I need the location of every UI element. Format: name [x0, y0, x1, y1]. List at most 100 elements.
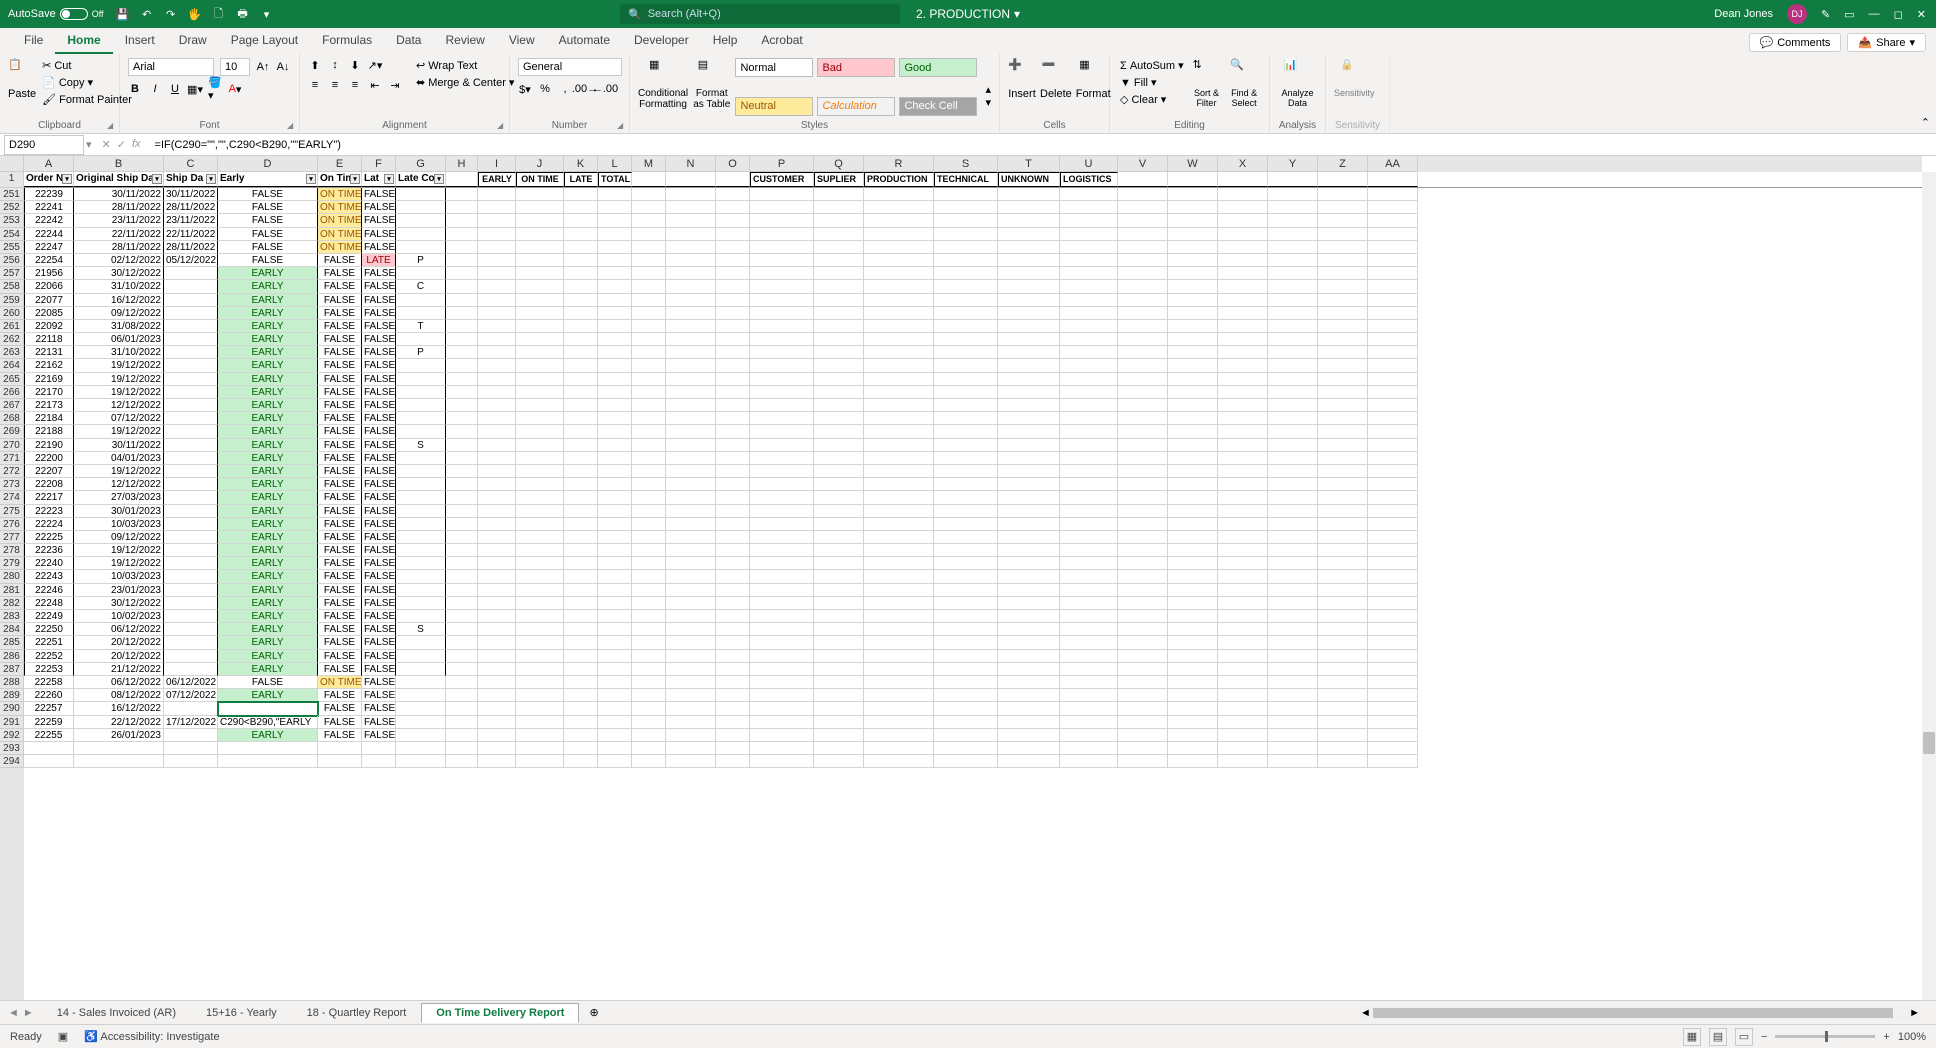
document-title[interactable]: 2. PRODUCTION▾	[916, 7, 1020, 21]
cell[interactable]	[750, 465, 814, 478]
cell[interactable]	[1218, 716, 1268, 729]
cell[interactable]: FALSE	[218, 254, 318, 267]
row-header[interactable]: 292	[0, 729, 24, 742]
row-header[interactable]: 260	[0, 307, 24, 320]
cell[interactable]	[934, 412, 998, 425]
cell[interactable]	[478, 439, 516, 452]
cell[interactable]	[362, 742, 396, 755]
cell[interactable]	[1368, 294, 1418, 307]
cell[interactable]	[716, 465, 750, 478]
cell[interactable]	[632, 518, 666, 531]
cell[interactable]	[1218, 465, 1268, 478]
cell[interactable]	[1368, 570, 1418, 583]
cell[interactable]	[1368, 584, 1418, 597]
spreadsheet-grid[interactable]: ABCDEFGHIJKLMNOPQRSTUVWXYZAA 12512522532…	[0, 156, 1936, 1000]
new-icon[interactable]: 🗋	[212, 7, 226, 21]
save-icon[interactable]: 💾	[116, 7, 130, 21]
cell[interactable]	[864, 505, 934, 518]
cell[interactable]	[1060, 623, 1118, 636]
dialog-launcher-icon[interactable]: ◢	[287, 121, 297, 131]
cell[interactable]: EARLY	[218, 373, 318, 386]
cell[interactable]	[1368, 663, 1418, 676]
collapse-ribbon-icon[interactable]: ⌃	[1921, 116, 1930, 129]
cell[interactable]	[632, 465, 666, 478]
cell[interactable]	[716, 491, 750, 504]
cell[interactable]	[998, 505, 1060, 518]
cell[interactable]	[1268, 518, 1318, 531]
cell[interactable]	[164, 294, 218, 307]
find-select-button[interactable]: 🔍Find & Select	[1227, 58, 1261, 133]
cell[interactable]	[446, 557, 478, 570]
cell[interactable]	[446, 386, 478, 399]
cell[interactable]: 30/11/2022	[74, 188, 164, 201]
header-cell[interactable]: Late Co▾	[396, 172, 446, 187]
cell[interactable]	[1060, 584, 1118, 597]
cell[interactable]	[934, 294, 998, 307]
cell[interactable]	[814, 610, 864, 623]
cell[interactable]	[666, 531, 716, 544]
cell[interactable]	[1268, 228, 1318, 241]
cell[interactable]	[446, 307, 478, 320]
cell[interactable]: S	[396, 623, 446, 636]
cell[interactable]	[1268, 333, 1318, 346]
cell[interactable]	[598, 412, 632, 425]
cell[interactable]	[1368, 280, 1418, 293]
styles-scroll-up-icon[interactable]: ▴	[985, 83, 991, 96]
cell[interactable]	[1218, 702, 1268, 715]
cell[interactable]: FALSE	[362, 188, 396, 201]
cell[interactable]	[934, 676, 998, 689]
cell[interactable]	[598, 214, 632, 227]
cell[interactable]	[396, 689, 446, 702]
cell[interactable]	[516, 570, 564, 583]
cell[interactable]	[750, 386, 814, 399]
cell[interactable]	[998, 610, 1060, 623]
cell[interactable]: FALSE	[362, 636, 396, 649]
cell[interactable]	[750, 188, 814, 201]
cell[interactable]	[716, 452, 750, 465]
cell[interactable]	[564, 307, 598, 320]
cell[interactable]: 22190	[24, 439, 74, 452]
cell[interactable]	[632, 505, 666, 518]
cell[interactable]	[750, 478, 814, 491]
search-input[interactable]: 🔍 Search (Alt+Q)	[620, 4, 900, 24]
cell[interactable]	[1368, 755, 1418, 768]
cell[interactable]	[446, 610, 478, 623]
cell[interactable]	[814, 425, 864, 438]
column-header[interactable]: K	[564, 156, 598, 172]
cell[interactable]	[998, 280, 1060, 293]
cell[interactable]: 10/02/2023	[74, 610, 164, 623]
cell[interactable]: 19/12/2022	[74, 465, 164, 478]
autosum-button[interactable]: Σ AutoSum ▾	[1118, 58, 1186, 73]
cell[interactable]	[632, 491, 666, 504]
cell[interactable]	[598, 280, 632, 293]
cell[interactable]	[1368, 597, 1418, 610]
column-header[interactable]: F	[362, 156, 396, 172]
column-header[interactable]: AA	[1368, 156, 1418, 172]
cell[interactable]	[74, 755, 164, 768]
cell[interactable]	[516, 702, 564, 715]
cell[interactable]	[750, 214, 814, 227]
row-header[interactable]: 268	[0, 412, 24, 425]
row-header[interactable]: 257	[0, 267, 24, 280]
cell[interactable]	[864, 623, 934, 636]
header-cell[interactable]: On Tim▾	[318, 172, 362, 187]
row-header[interactable]: 264	[0, 359, 24, 372]
cell[interactable]: 22184	[24, 412, 74, 425]
cell[interactable]: 22248	[24, 597, 74, 610]
cell[interactable]	[864, 650, 934, 663]
cell[interactable]	[750, 425, 814, 438]
header-cell[interactable]: Early▾	[218, 172, 318, 187]
cell[interactable]: C290<B290,"EARLY	[218, 716, 318, 729]
cell[interactable]	[1118, 544, 1168, 557]
cell[interactable]: FALSE	[318, 333, 362, 346]
cell[interactable]	[1368, 636, 1418, 649]
row-header[interactable]: 271	[0, 452, 24, 465]
cell[interactable]	[516, 478, 564, 491]
row-header[interactable]: 1	[0, 172, 24, 188]
cell[interactable]	[1168, 755, 1218, 768]
cell[interactable]	[1318, 584, 1368, 597]
cell[interactable]: EARLY	[218, 570, 318, 583]
cell[interactable]	[666, 584, 716, 597]
row-header[interactable]: 256	[0, 254, 24, 267]
clear-button[interactable]: ◇ Clear ▾	[1118, 92, 1186, 107]
